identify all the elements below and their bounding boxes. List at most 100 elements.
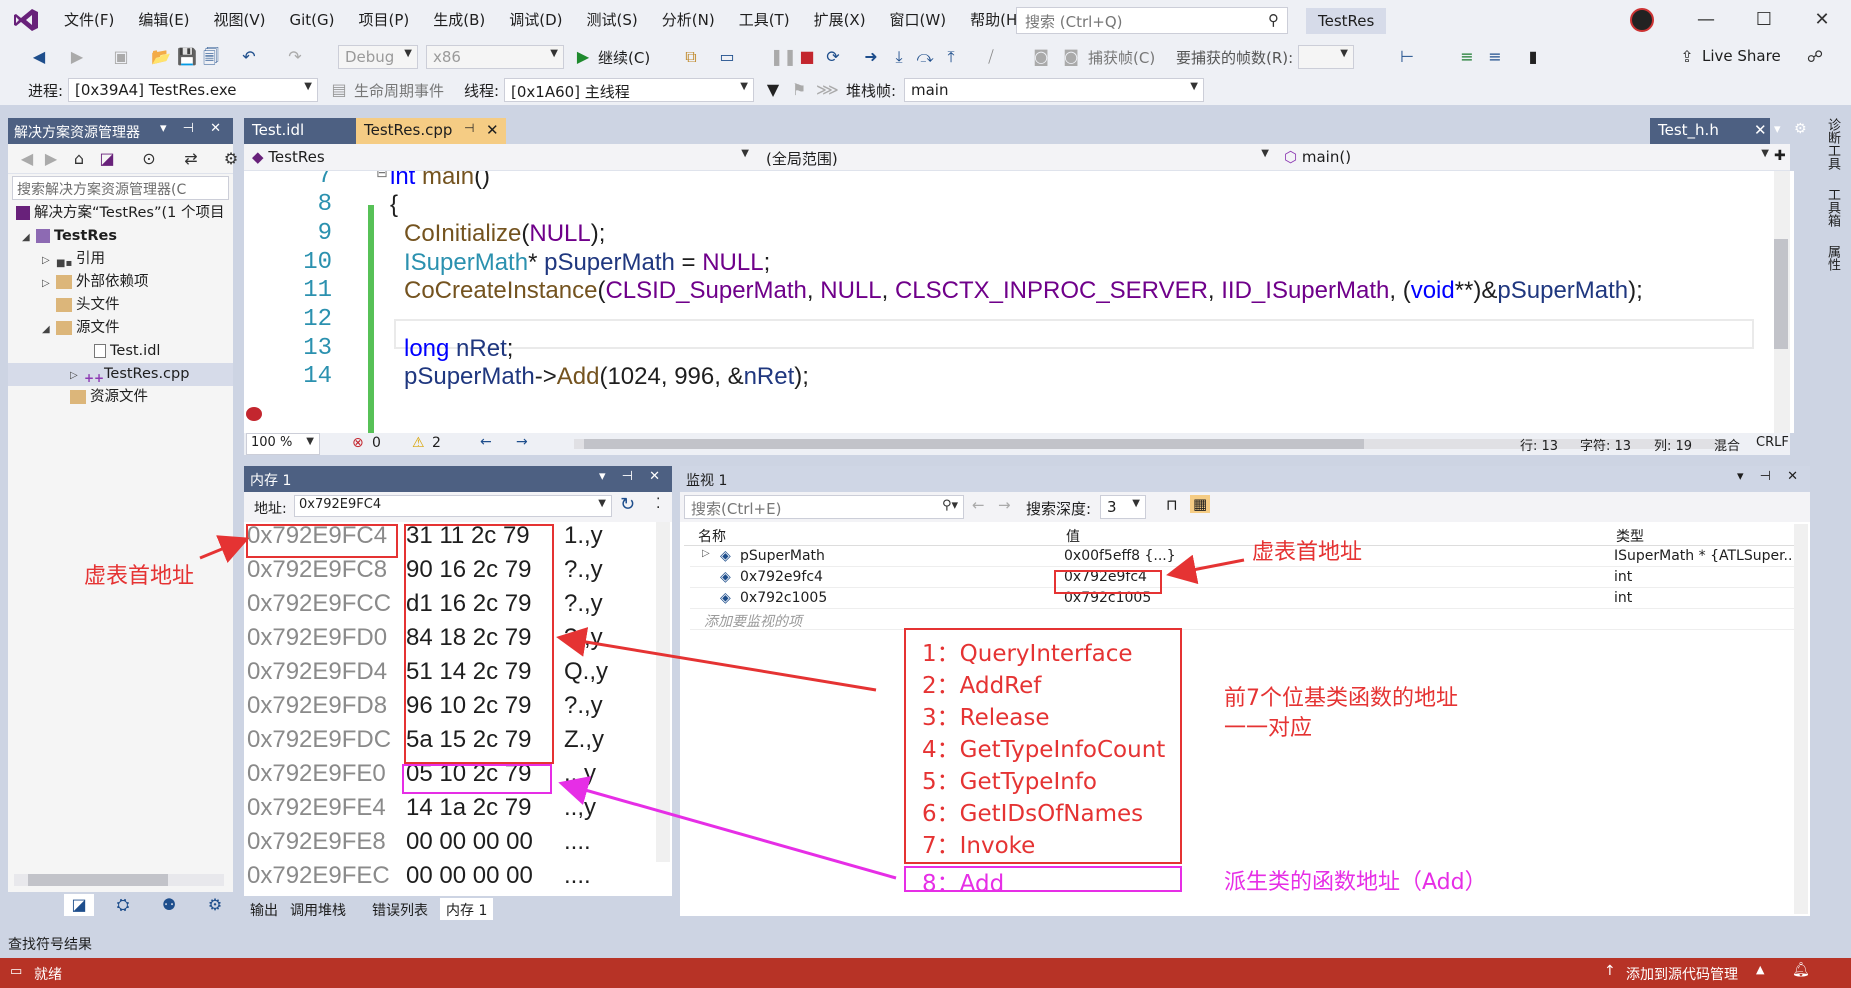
continue-button[interactable]: 继续(C) [598, 47, 650, 68]
error-count[interactable]: 0 [372, 435, 381, 451]
tree-item-project[interactable]: ◢ TestRes [8, 225, 233, 248]
project-nav-select[interactable]: ◆ TestRes ▼ [246, 146, 754, 170]
watch-row[interactable]: ▷ ◈ pSuperMath 0x00f5eff8 {...} ISuperMa… [690, 546, 1800, 567]
expand-icon[interactable]: ▷ [42, 272, 56, 295]
close-tab-icon[interactable]: ✕ [1754, 121, 1767, 139]
watch-search-input[interactable]: 搜索(Ctrl+E) ⚲▾ [684, 495, 964, 519]
forward-icon[interactable]: ▶ [66, 46, 88, 68]
camera-frame-icon[interactable]: ◙ [1060, 46, 1082, 68]
pause-icon[interactable]: ❚❚ [770, 46, 797, 68]
save-icon[interactable]: 💾 [176, 46, 198, 68]
frames-count-select[interactable]: ▼ [1298, 45, 1354, 69]
reevaluate-icon[interactable]: ↻ [620, 494, 635, 515]
tab-call-stack[interactable]: 调用堆栈 [284, 898, 352, 920]
tree-item-testres-cpp[interactable]: ▷ ++TestRes.cpp [8, 363, 233, 386]
team-explorer-tab-icon[interactable]: ⚉ [158, 894, 180, 916]
menu-git[interactable]: Git(G) [278, 5, 347, 35]
undo-icon[interactable]: ↶ [238, 46, 260, 68]
hex-view-icon[interactable]: ▦ [1190, 495, 1211, 513]
user-avatar[interactable] [1630, 8, 1654, 32]
column-type[interactable]: 类型 [1616, 526, 1644, 546]
notifications-icon[interactable]: 🔔︎ [1792, 962, 1810, 978]
stack-frame-select[interactable]: main ▼ [904, 78, 1204, 102]
attach-icon[interactable]: ⧉ [680, 46, 702, 68]
zoom-select[interactable]: 100 % ▼ [246, 433, 320, 455]
menu-debug[interactable]: 调试(D) [497, 5, 574, 35]
expand-icon[interactable]: ▷ [702, 548, 710, 559]
restart-icon[interactable]: ⟳ [822, 46, 844, 68]
camera-icon[interactable]: ◙ [1030, 46, 1052, 68]
uncomment-icon[interactable]: ≡ [1484, 46, 1506, 68]
warning-icon[interactable]: ⚠ [412, 435, 425, 451]
live-share-button[interactable]: Live Share [1702, 47, 1781, 65]
menu-edit[interactable]: 编辑(E) [126, 5, 201, 35]
configuration-select[interactable]: Debug ▼ [338, 45, 418, 69]
search-depth-select[interactable]: 3 ▼ [1100, 495, 1146, 519]
previous-issue-icon[interactable]: ← [480, 434, 492, 450]
panel-controls[interactable]: ▾ ⊣ ✕ [1737, 469, 1804, 484]
chevron-up-icon[interactable]: ▲ [1756, 963, 1764, 976]
window-layout-icon[interactable]: ▭ [716, 46, 738, 68]
source-control-button[interactable]: 添加到源代码管理 [1626, 964, 1738, 984]
collapse-icon[interactable]: ◢ [42, 318, 56, 341]
process-select[interactable]: [0x39A4] TestRes.exe ▼ [68, 78, 318, 102]
feedback-icon[interactable]: ☍ [1804, 46, 1826, 68]
menu-project[interactable]: 项目(P) [347, 5, 422, 35]
bookmark-icon[interactable]: ▮ [1522, 46, 1544, 68]
settings-icon[interactable]: ⚙ [1794, 121, 1807, 137]
scrollbar-thumb[interactable] [1774, 239, 1788, 349]
new-project-icon[interactable]: ▣ [110, 46, 132, 68]
home-icon[interactable]: ⌂ [68, 148, 90, 170]
add-watch-row[interactable]: 添加要监视的项 [690, 609, 1800, 630]
tree-item-source-files[interactable]: ◢ 源文件 [8, 317, 233, 340]
code-editor[interactable]: 7 8 9 10 11 12 13 14 ⊟ int main() { CoIn… [244, 171, 1794, 433]
search-previous-icon[interactable]: ← [972, 496, 985, 514]
solution-explorer-tab-icon[interactable]: ◪ [64, 894, 94, 916]
scope-nav-select[interactable]: (全局范围) ▼ [760, 146, 1274, 170]
tab-testres-cpp[interactable]: TestRes.cpp ⊣ ✕ [356, 118, 506, 144]
minimize-icon[interactable]: — [1694, 8, 1718, 32]
collapse-region-icon[interactable]: ⊟ [376, 171, 388, 181]
lifecycle-events-button[interactable]: 生命周期事件 [354, 80, 444, 101]
tree-item-header-files[interactable]: 头文件 [8, 294, 233, 317]
pin-icon[interactable]: ⊣ [464, 121, 474, 135]
close-icon[interactable]: ✕ [1810, 8, 1834, 32]
scrollbar-thumb[interactable] [584, 439, 1364, 449]
menu-view[interactable]: 视图(V) [202, 5, 278, 35]
menu-test[interactable]: 测试(S) [575, 5, 650, 35]
memory-row[interactable]: 0x792E9FEC 00 00 00 00.... [244, 862, 654, 896]
platform-select[interactable]: x86 ▼ [426, 45, 564, 69]
pending-changes-icon[interactable]: ⊙ [138, 148, 160, 170]
tree-item-resource-files[interactable]: 资源文件 [8, 386, 233, 409]
whitespace-mode[interactable]: 混合 [1714, 435, 1740, 454]
options-icon[interactable]: ⁚ [656, 496, 660, 512]
visual-studio-logo-icon[interactable] [0, 0, 52, 40]
member-nav-select[interactable]: ⬡ main() ▼ [1278, 146, 1774, 170]
class-view-tab-icon[interactable]: ⛭ [112, 894, 134, 916]
menu-window[interactable]: 窗口(W) [878, 5, 959, 35]
menu-build[interactable]: 生成(B) [421, 5, 497, 35]
quick-search-input[interactable]: 搜索 (Ctrl+Q) ⚲ [1016, 7, 1288, 34]
switch-views-icon[interactable]: ◪ [96, 148, 118, 170]
pin-source-icon[interactable]: ⊓ [1166, 496, 1178, 514]
show-next-statement-icon[interactable]: ➜ [860, 46, 882, 68]
tab-output[interactable]: 输出 [244, 898, 284, 920]
tab-diagnostic-tools[interactable]: 诊断工具 [1825, 118, 1840, 170]
menu-extensions[interactable]: 扩展(X) [802, 5, 878, 35]
tab-toolbox[interactable]: 工具箱 [1825, 188, 1840, 227]
menu-analyze[interactable]: 分析(N) [650, 5, 727, 35]
expand-icon[interactable]: ▷ [42, 249, 56, 272]
lifecycle-icon[interactable]: ▤ [328, 79, 350, 101]
back-icon[interactable]: ◀ [16, 148, 38, 170]
address-input[interactable]: 0x792E9FC4 ▼ [294, 495, 612, 517]
sync-icon[interactable]: ⇄ [180, 148, 202, 170]
horizontal-scrollbar[interactable] [14, 874, 224, 886]
maximize-icon[interactable]: ☐ [1752, 8, 1776, 32]
tab-error-list[interactable]: 错误列表 [366, 898, 434, 920]
git-changes-tab-icon[interactable]: ⚙ [204, 894, 226, 916]
collapse-icon[interactable]: ◢ [22, 226, 36, 249]
step-into-icon[interactable]: ⤓ [888, 46, 910, 68]
flag-icon[interactable]: ⚑ [788, 79, 810, 101]
step-out-icon[interactable]: ⤒ [940, 46, 962, 68]
threads-icon[interactable]: ⋙ [816, 79, 839, 101]
